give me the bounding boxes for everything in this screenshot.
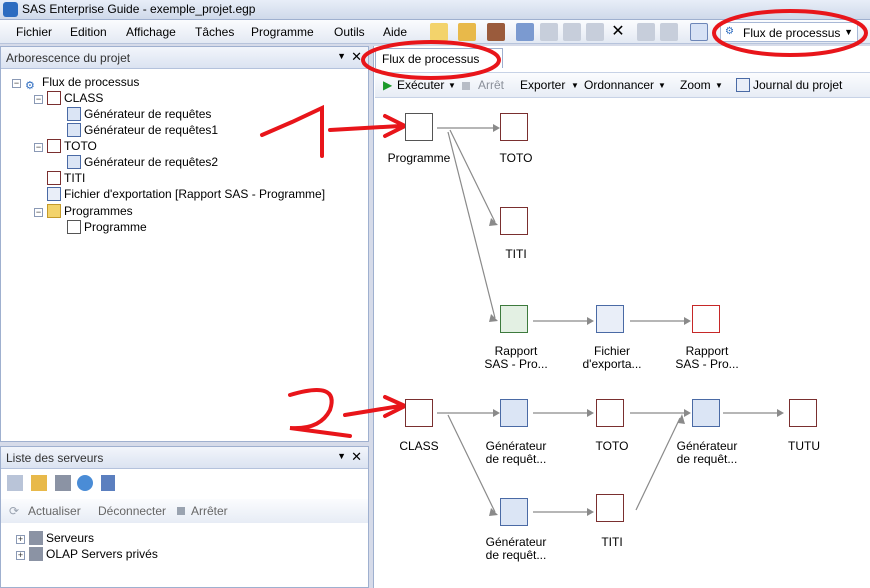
- node-titi2[interactable]: TITI: [572, 536, 652, 549]
- node-titi1[interactable]: TITI: [476, 248, 556, 261]
- table-icon[interactable]: [596, 494, 624, 522]
- export-icon[interactable]: [596, 305, 624, 333]
- table-icon[interactable]: [500, 207, 528, 235]
- flow-connectors: [260, 9, 868, 516]
- table-icon[interactable]: [405, 399, 433, 427]
- node-fichier[interactable]: Fichier d'exporta...: [572, 345, 652, 371]
- annotation-circle-flux: [712, 9, 868, 57]
- table-icon[interactable]: [596, 399, 624, 427]
- node-rapport2[interactable]: Rapport SAS - Pro...: [667, 345, 747, 371]
- annotation-circle-tab: [361, 40, 501, 80]
- annotation-arrow-two: [343, 395, 410, 418]
- query-icon[interactable]: [692, 399, 720, 427]
- node-programme[interactable]: Programme: [379, 152, 459, 165]
- node-toto2[interactable]: TOTO: [572, 440, 652, 453]
- pdf-icon[interactable]: [692, 305, 720, 333]
- query-icon[interactable]: [500, 498, 528, 526]
- annotation-digit-two: [288, 388, 352, 438]
- node-gen2[interactable]: Générateur de requêt...: [667, 440, 747, 466]
- report-icon[interactable]: [500, 305, 528, 333]
- table-icon[interactable]: [789, 399, 817, 427]
- annotation-digit-one: [260, 104, 324, 158]
- node-tutu[interactable]: TUTU: [764, 440, 844, 453]
- table-icon[interactable]: [500, 113, 528, 141]
- node-gen3[interactable]: Générateur de requêt...: [476, 536, 556, 562]
- node-toto1[interactable]: TOTO: [476, 152, 556, 165]
- program-icon[interactable]: [405, 113, 433, 141]
- annotation-arrow-one: [328, 114, 410, 138]
- node-rapport1[interactable]: Rapport SAS - Pro...: [476, 345, 556, 371]
- query-icon[interactable]: [500, 399, 528, 427]
- node-class[interactable]: CLASS: [379, 440, 459, 453]
- node-gen1[interactable]: Générateur de requêt...: [476, 440, 556, 466]
